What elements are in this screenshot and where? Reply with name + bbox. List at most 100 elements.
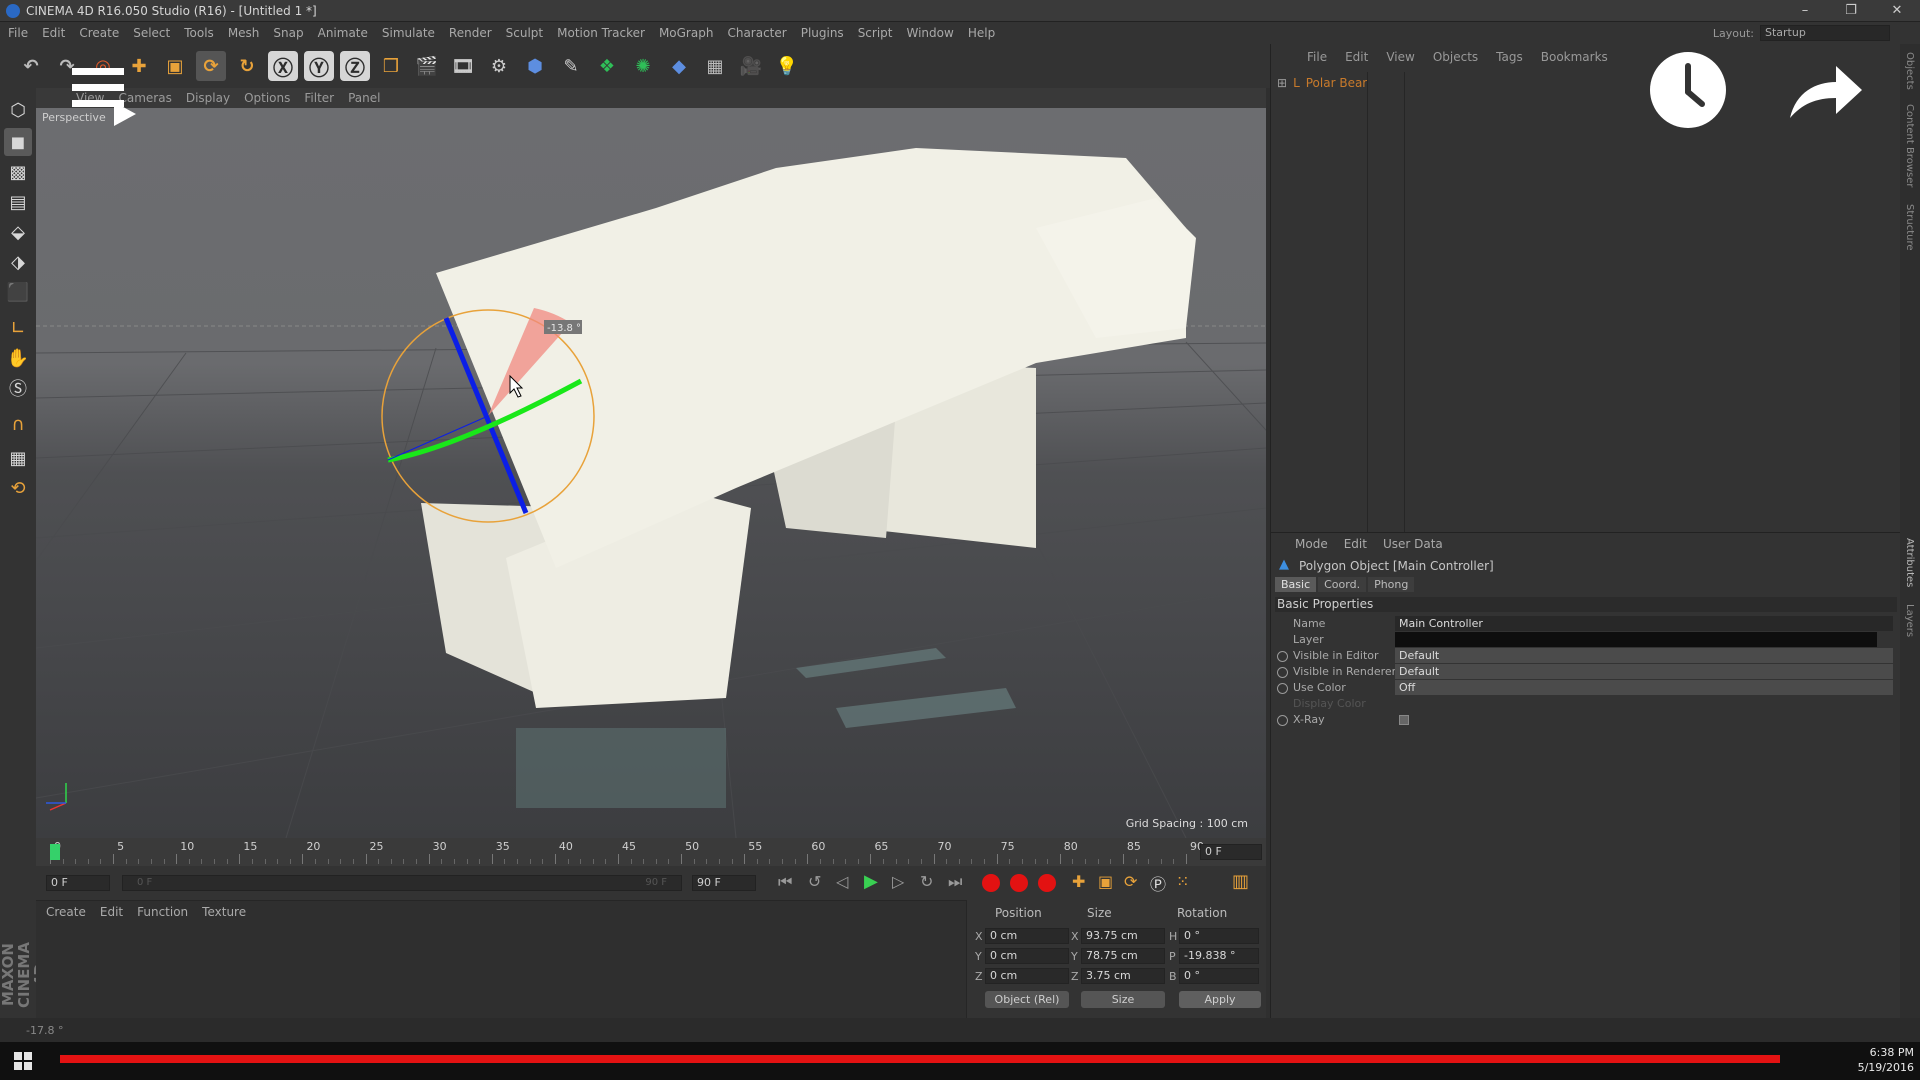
use-color-radio[interactable]: [1277, 683, 1288, 694]
material-menu-edit[interactable]: Edit: [100, 905, 123, 919]
end-frame-field[interactable]: 90 F: [692, 875, 756, 891]
visible-in-renderer-dropdown[interactable]: Default: [1395, 664, 1893, 679]
objects-dock-tab[interactable]: Objects: [1904, 52, 1915, 90]
material-menu-texture[interactable]: Texture: [202, 905, 246, 919]
visible-in-renderer-radio[interactable]: [1277, 667, 1288, 678]
quantize-icon[interactable]: ⟲: [4, 474, 32, 502]
polar-bear-model[interactable]: [421, 148, 1196, 808]
cube-primitive-icon[interactable]: ⬢: [520, 51, 550, 81]
timeline-ruler[interactable]: 051015202530354045505560657075808590 0 F: [36, 838, 1266, 866]
attributes-menu-user-data[interactable]: User Data: [1383, 537, 1443, 551]
close-button[interactable]: ✕: [1874, 0, 1920, 22]
workplane-lock-icon[interactable]: ▦: [4, 444, 32, 472]
current-frame-field[interactable]: 0 F: [1200, 844, 1262, 860]
x-ray-checkbox[interactable]: [1399, 715, 1409, 725]
go-to-end-icon[interactable]: ⏭: [948, 872, 962, 892]
record-keys-icon[interactable]: [982, 874, 1000, 892]
start-frame-field[interactable]: 0 F: [46, 875, 110, 891]
solo-mode-icon[interactable]: Ⓢ: [4, 374, 32, 402]
array-generator-icon[interactable]: ✺: [628, 51, 658, 81]
material-menu-create[interactable]: Create: [46, 905, 86, 919]
points-mode-icon[interactable]: ⬙: [4, 218, 32, 246]
rot-b-field[interactable]: 0 °: [1179, 968, 1259, 984]
timeline-window-icon[interactable]: ▥: [1232, 871, 1249, 892]
rot-h-field[interactable]: 0 °: [1179, 928, 1259, 944]
viewport-menu-options[interactable]: Options: [244, 91, 290, 105]
content-browser-dock-tab[interactable]: Content Browser: [1904, 104, 1915, 187]
menu-select[interactable]: Select: [133, 26, 170, 40]
viewport-menu-display[interactable]: Display: [186, 91, 230, 105]
menu-plugins[interactable]: Plugins: [801, 26, 844, 40]
attributes-menu-mode[interactable]: Mode: [1295, 537, 1328, 551]
menu-snap[interactable]: Snap: [273, 26, 303, 40]
visible-in-editor-dropdown[interactable]: Default: [1395, 648, 1893, 663]
objects-menu-tags[interactable]: Tags: [1496, 50, 1523, 64]
menu-window[interactable]: Window: [907, 26, 954, 40]
perspective-viewport[interactable]: -13.8 ° Perspective Grid Spacing : 100 c…: [36, 108, 1266, 838]
rot-p-field[interactable]: -19.838 °: [1179, 948, 1259, 964]
previous-frame-icon[interactable]: ◁: [836, 872, 848, 891]
x-axis-lock-icon[interactable]: Ⓧ: [268, 51, 298, 81]
deformer-icon[interactable]: ◆: [664, 51, 694, 81]
key-point-level-icon[interactable]: ⁙: [1176, 872, 1189, 891]
undo-icon[interactable]: ↶: [16, 51, 46, 81]
pos-z-field[interactable]: 0 cm: [985, 968, 1069, 984]
menu-mograph[interactable]: MoGraph: [659, 26, 714, 40]
scale-tool-icon[interactable]: ▣: [160, 51, 190, 81]
share-icon[interactable]: [1786, 62, 1866, 122]
menu-animate[interactable]: Animate: [318, 26, 368, 40]
objects-menu-edit[interactable]: Edit: [1345, 50, 1368, 64]
play-forward-icon[interactable]: ▶: [864, 871, 878, 892]
start-menu-icon[interactable]: [14, 1052, 32, 1070]
play-icon[interactable]: [112, 100, 138, 128]
use-color-dropdown[interactable]: Off: [1395, 680, 1893, 695]
floor-scene-icon[interactable]: ▦: [700, 51, 730, 81]
light-icon[interactable]: 💡: [772, 51, 802, 81]
menu-sculpt[interactable]: Sculpt: [506, 26, 543, 40]
menu-edit[interactable]: Edit: [42, 26, 65, 40]
viewport-menu-filter[interactable]: Filter: [304, 91, 334, 105]
attributes-dock-tab[interactable]: Attributes: [1904, 538, 1915, 587]
attributes-menu-edit[interactable]: Edit: [1344, 537, 1367, 551]
expand-icon[interactable]: ⊞: [1277, 76, 1287, 90]
subdivision-surface-icon[interactable]: ❖: [592, 51, 622, 81]
tab-phong[interactable]: Phong: [1368, 577, 1415, 592]
pos-y-field[interactable]: 0 cm: [985, 948, 1069, 964]
pos-x-field[interactable]: 0 cm: [985, 928, 1069, 944]
menu-create[interactable]: Create: [79, 26, 119, 40]
menu-simulate[interactable]: Simulate: [382, 26, 435, 40]
objects-menu-objects[interactable]: Objects: [1433, 50, 1478, 64]
next-key-icon[interactable]: ↻: [920, 872, 933, 891]
z-axis-lock-icon[interactable]: Ⓩ: [340, 51, 370, 81]
coordinate-mode-dropdown[interactable]: Object (Rel): [985, 991, 1069, 1008]
object-row[interactable]: ⊞ L Polar Bear: [1277, 76, 1367, 90]
visible-in-editor-radio[interactable]: [1277, 651, 1288, 662]
apply-button[interactable]: Apply: [1179, 991, 1261, 1008]
render-picture-viewer-icon[interactable]: 🎞: [448, 51, 478, 81]
structure-dock-tab[interactable]: Structure: [1904, 204, 1915, 251]
menu-render[interactable]: Render: [449, 26, 492, 40]
menu-mesh[interactable]: Mesh: [228, 26, 260, 40]
size-mode-dropdown[interactable]: Size: [1081, 991, 1165, 1008]
x-ray-radio[interactable]: [1277, 715, 1288, 726]
render-settings-icon[interactable]: ⚙: [484, 51, 514, 81]
tweak-mode-icon[interactable]: ✋: [4, 344, 32, 372]
objects-menu-bookmarks[interactable]: Bookmarks: [1541, 50, 1608, 64]
size-z-field[interactable]: 3.75 cm: [1081, 968, 1165, 984]
recent-tool-icon[interactable]: ↻: [232, 51, 262, 81]
name-field[interactable]: Main Controller: [1395, 616, 1893, 631]
maximize-button[interactable]: ❐: [1828, 0, 1874, 22]
polygons-mode-icon[interactable]: ⬛: [4, 278, 32, 306]
coordinate-system-icon[interactable]: ❒: [376, 51, 406, 81]
render-view-icon[interactable]: 🎬: [412, 51, 442, 81]
objects-menu-view[interactable]: View: [1386, 50, 1414, 64]
make-editable-icon[interactable]: ⬡: [4, 96, 32, 124]
move-tool-icon[interactable]: ✚: [124, 51, 154, 81]
previous-key-icon[interactable]: ↺: [808, 872, 821, 891]
keyframe-selection-icon[interactable]: [1038, 874, 1056, 892]
layout-dropdown[interactable]: Startup: [1760, 25, 1890, 41]
size-y-field[interactable]: 78.75 cm: [1081, 948, 1165, 964]
tab-basic[interactable]: Basic: [1275, 577, 1317, 592]
rotate-tool-icon[interactable]: ⟳: [196, 51, 226, 81]
axis-mode-icon[interactable]: ∟: [4, 314, 32, 342]
